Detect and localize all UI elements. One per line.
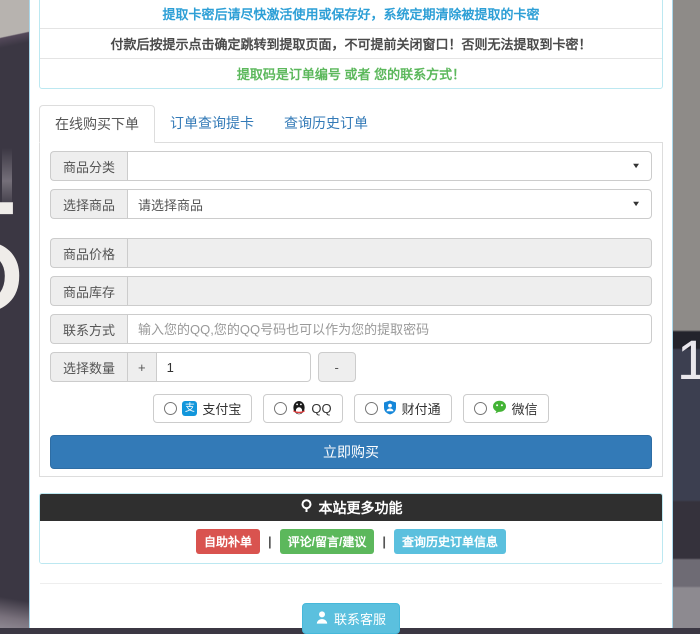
buy-now-button[interactable]: 立即购买 <box>50 435 652 469</box>
payment-methods: 支 支付宝 QQ <box>50 394 652 423</box>
payment-option-qq[interactable]: QQ <box>263 394 342 423</box>
product-selected-value: 请选择商品 <box>138 195 203 214</box>
chevron-down-icon: ▼ <box>631 200 641 208</box>
price-field <box>127 238 652 268</box>
stock-label: 商品库存 <box>50 276 127 306</box>
notice-extract-code: 提取码是订单编号 或者 您的联系方式！ <box>40 58 662 88</box>
self-reorder-button[interactable]: 自助补单 <box>196 529 260 554</box>
quantity-plus-button[interactable]: + <box>127 352 156 382</box>
alipay-radio[interactable] <box>164 402 177 415</box>
tenpay-radio[interactable] <box>365 402 378 415</box>
stock-field <box>127 276 652 306</box>
bulb-icon <box>300 499 313 516</box>
more-functions-title: 本站更多功能 <box>319 498 403 518</box>
comment-feedback-button[interactable]: 评论/留言/建议 <box>280 529 375 554</box>
product-label: 选择商品 <box>50 189 127 219</box>
order-tabs: 在线购买下单 订单查询提卡 查询历史订单 <box>39 105 663 143</box>
category-group: 商品分类 ▼ <box>50 151 652 181</box>
tab-buy-online[interactable]: 在线购买下单 <box>39 105 155 143</box>
footer: 联系客服 <box>39 603 663 634</box>
qq-radio[interactable] <box>274 402 287 415</box>
notice-payment-warning: 付款后按提示点击确定跳转到提取页面，不可提前关闭窗口！否则无法提取到卡密！ <box>40 28 662 58</box>
payment-option-wechat[interactable]: 微信 <box>463 394 549 423</box>
notice-extract-card: 提取卡密后请尽快激活使用或保存好，系统定期清除被提取的卡密 <box>40 0 662 28</box>
background-wall-left <box>0 0 30 58</box>
category-select[interactable]: ▼ <box>127 151 652 181</box>
wechat-icon <box>492 400 507 417</box>
person-icon <box>316 611 328 627</box>
history-order-info-button[interactable]: 查询历史订单信息 <box>394 529 506 554</box>
background-digit-5: 5 <box>0 178 20 336</box>
price-label: 商品价格 <box>50 238 127 268</box>
separator: | <box>268 534 272 549</box>
payment-label: 微信 <box>512 399 538 418</box>
page-column: 提取卡密后请尽快激活使用或保存好，系统定期清除被提取的卡密 付款后按提示点击确定… <box>29 0 673 628</box>
payment-label: 财付通 <box>402 399 441 418</box>
buy-form-panel: 商品分类 ▼ 选择商品 请选择商品 ▼ 商品价格 商品库存 <box>39 143 663 477</box>
chevron-down-icon: ▼ <box>631 162 641 170</box>
background-floor-left <box>0 594 30 628</box>
contact-label: 联系方式 <box>50 314 127 344</box>
payment-label: 支付宝 <box>202 399 241 418</box>
payment-option-tenpay[interactable]: 财付通 <box>354 394 452 423</box>
qq-icon <box>292 399 306 418</box>
category-label: 商品分类 <box>50 151 127 181</box>
tab-history-orders[interactable]: 查询历史订单 <box>269 105 383 143</box>
payment-option-alipay[interactable]: 支 支付宝 <box>153 394 252 423</box>
contact-input[interactable] <box>127 314 652 344</box>
wechat-radio[interactable] <box>474 402 487 415</box>
notice-panel: 提取卡密后请尽快激活使用或保存好，系统定期清除被提取的卡密 付款后按提示点击确定… <box>39 0 663 89</box>
footer-divider <box>40 583 662 584</box>
background-digit-1: 1 <box>677 332 700 388</box>
product-group: 选择商品 请选择商品 ▼ <box>50 189 652 219</box>
tab-query-order[interactable]: 订单查询提卡 <box>155 105 269 143</box>
separator: | <box>382 534 386 549</box>
alipay-icon: 支 <box>182 401 197 416</box>
contact-support-label: 联系客服 <box>334 609 386 628</box>
contact-support-button[interactable]: 联系客服 <box>302 603 400 634</box>
more-functions-panel: 本站更多功能 自助补单 | 评论/留言/建议 | 查询历史订单信息 <box>39 493 663 564</box>
quantity-label: 选择数量 <box>50 352 127 382</box>
tenpay-icon <box>383 400 397 418</box>
price-group: 商品价格 <box>50 238 652 268</box>
more-functions-body: 自助补单 | 评论/留言/建议 | 查询历史订单信息 <box>40 521 662 563</box>
quantity-minus-button[interactable]: - <box>318 352 356 382</box>
stock-group: 商品库存 <box>50 276 652 306</box>
product-select[interactable]: 请选择商品 ▼ <box>127 189 652 219</box>
more-functions-header: 本站更多功能 <box>40 494 662 521</box>
background-wall-right <box>672 0 700 628</box>
payment-label: QQ <box>311 401 331 416</box>
quantity-group: 选择数量 + - <box>50 352 652 382</box>
quantity-input[interactable] <box>156 352 311 382</box>
contact-group: 联系方式 <box>50 314 652 344</box>
